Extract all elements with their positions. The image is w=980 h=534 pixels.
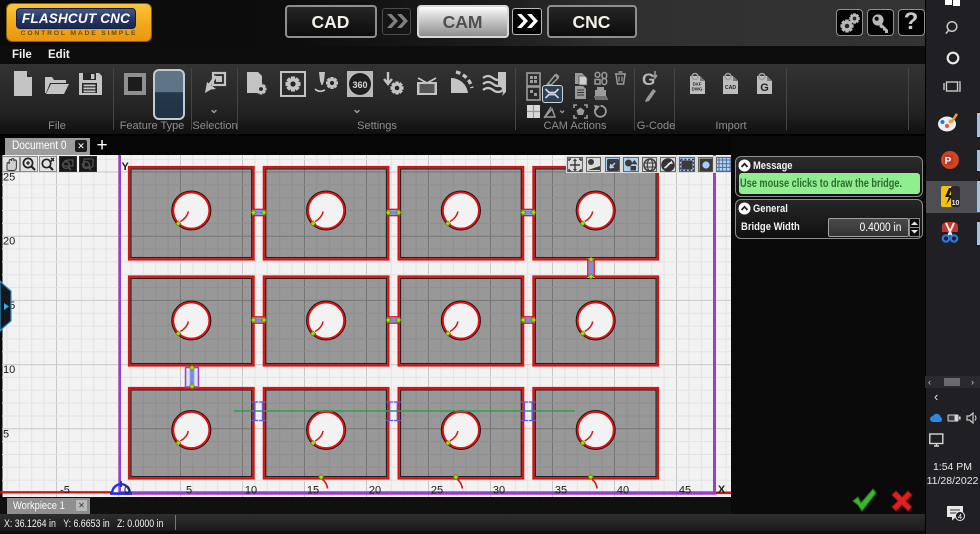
svg-text:P: P bbox=[945, 156, 952, 167]
svg-text:15: 15 bbox=[307, 485, 319, 497]
svg-text:Y: Y bbox=[122, 161, 130, 173]
svg-text:-5: -5 bbox=[60, 485, 70, 497]
svg-text:360: 360 bbox=[352, 80, 367, 90]
svg-text:20: 20 bbox=[3, 236, 15, 248]
svg-text:25: 25 bbox=[3, 172, 15, 184]
svg-text:45: 45 bbox=[679, 485, 691, 497]
svg-text:5: 5 bbox=[3, 428, 9, 440]
svg-text:10: 10 bbox=[952, 200, 960, 207]
svg-text:40: 40 bbox=[617, 485, 629, 497]
svg-text:30: 30 bbox=[493, 485, 505, 497]
svg-text:G: G bbox=[760, 82, 769, 94]
svg-text:10: 10 bbox=[3, 364, 15, 376]
svg-text:0: 0 bbox=[124, 485, 130, 497]
svg-text:DWG: DWG bbox=[692, 87, 703, 92]
svg-text:25: 25 bbox=[431, 485, 443, 497]
svg-text:10: 10 bbox=[245, 485, 257, 497]
svg-text:X: X bbox=[718, 484, 726, 496]
svg-text:20: 20 bbox=[369, 485, 381, 497]
svg-text:5: 5 bbox=[186, 485, 192, 497]
svg-text:CAD: CAD bbox=[725, 85, 736, 91]
svg-text:35: 35 bbox=[555, 485, 567, 497]
svg-text:4: 4 bbox=[958, 512, 962, 521]
